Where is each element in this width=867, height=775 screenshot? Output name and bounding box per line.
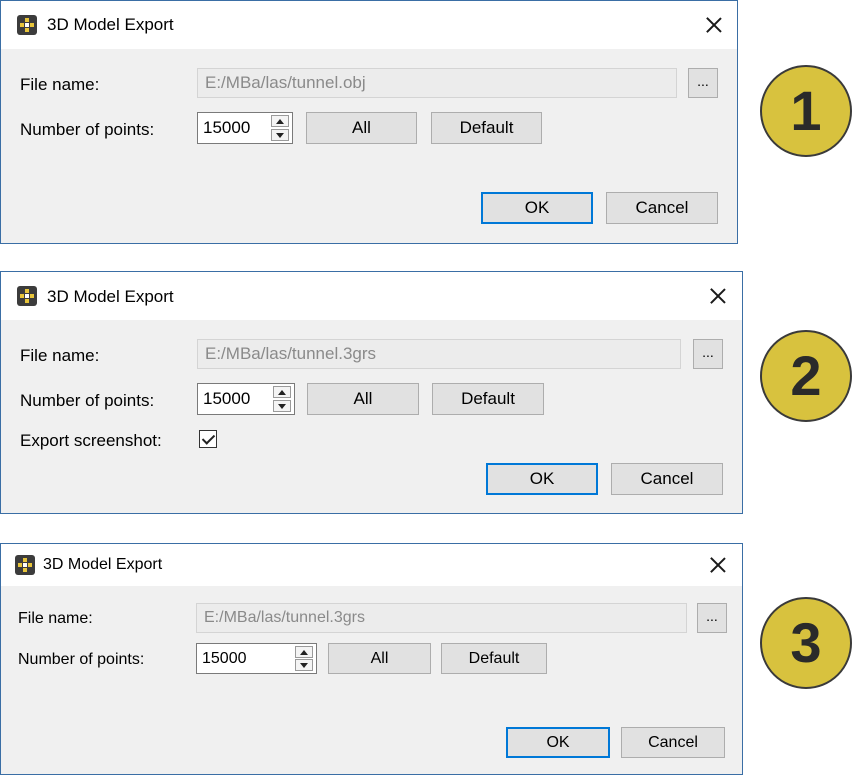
cancel-button[interactable]: Cancel bbox=[611, 463, 723, 495]
default-button[interactable]: Default bbox=[441, 643, 547, 674]
spin-down-icon[interactable] bbox=[271, 129, 289, 141]
points-label: Number of points: bbox=[20, 120, 155, 139]
app-icon bbox=[15, 555, 35, 575]
title-bar: 3D Model Export bbox=[1, 544, 742, 586]
browse-button[interactable]: ... bbox=[688, 68, 718, 98]
spin-down-icon[interactable] bbox=[295, 659, 313, 671]
file-name-label: File name: bbox=[18, 610, 93, 627]
points-value: 15000 bbox=[202, 650, 247, 667]
points-value: 15000 bbox=[203, 389, 251, 408]
export-dialog-3: 3D Model Export File name: E:/MBa/las/tu… bbox=[0, 543, 743, 775]
spin-up-icon[interactable] bbox=[295, 646, 313, 658]
file-name-field[interactable]: E:/MBa/las/tunnel.3grs bbox=[197, 339, 681, 369]
ok-button[interactable]: OK bbox=[481, 192, 593, 224]
points-spinbox[interactable]: 15000 bbox=[197, 383, 295, 415]
spin-down-icon[interactable] bbox=[273, 400, 291, 412]
points-spinbox[interactable]: 15000 bbox=[197, 112, 293, 144]
all-button[interactable]: All bbox=[306, 112, 417, 144]
file-name-field[interactable]: E:/MBa/las/tunnel.3grs bbox=[196, 603, 687, 633]
default-button[interactable]: Default bbox=[432, 383, 544, 415]
export-dialog-1: 3D Model Export File name: E:/MBa/las/tu… bbox=[0, 0, 738, 244]
step-badge-3: 3 bbox=[760, 597, 852, 689]
all-button[interactable]: All bbox=[307, 383, 419, 415]
app-icon bbox=[17, 15, 37, 35]
export-screenshot-label: Export screenshot: bbox=[20, 431, 162, 450]
close-icon[interactable] bbox=[705, 283, 731, 309]
file-name-field[interactable]: E:/MBa/las/tunnel.obj bbox=[197, 68, 677, 98]
spin-up-icon[interactable] bbox=[273, 386, 291, 398]
app-icon bbox=[17, 286, 37, 306]
points-label: Number of points: bbox=[20, 391, 155, 410]
spin-up-icon[interactable] bbox=[271, 115, 289, 127]
export-screenshot-checkbox[interactable] bbox=[199, 430, 217, 448]
spin-arrows bbox=[271, 115, 289, 141]
title-bar: 3D Model Export bbox=[1, 1, 737, 49]
file-name-label: File name: bbox=[20, 75, 100, 94]
title-bar: 3D Model Export bbox=[1, 272, 742, 320]
points-label: Number of points: bbox=[18, 651, 145, 668]
default-button[interactable]: Default bbox=[431, 112, 542, 144]
cancel-button[interactable]: Cancel bbox=[606, 192, 718, 224]
close-icon[interactable] bbox=[705, 552, 731, 578]
dialog-title: 3D Model Export bbox=[43, 556, 163, 573]
ok-button[interactable]: OK bbox=[486, 463, 598, 495]
close-icon[interactable] bbox=[701, 12, 727, 38]
file-name-label: File name: bbox=[20, 346, 100, 365]
export-dialog-2: 3D Model Export File name: E:/MBa/las/tu… bbox=[0, 271, 743, 514]
browse-button[interactable]: ... bbox=[697, 603, 727, 633]
ok-button[interactable]: OK bbox=[506, 727, 610, 758]
spin-arrows bbox=[295, 646, 313, 671]
spin-arrows bbox=[273, 386, 291, 412]
step-badge-2: 2 bbox=[760, 330, 852, 422]
points-value: 15000 bbox=[203, 118, 251, 137]
browse-button[interactable]: ... bbox=[693, 339, 723, 369]
step-badge-1: 1 bbox=[760, 65, 852, 157]
dialog-title: 3D Model Export bbox=[47, 287, 174, 306]
cancel-button[interactable]: Cancel bbox=[621, 727, 725, 758]
dialog-title: 3D Model Export bbox=[47, 15, 174, 34]
points-spinbox[interactable]: 15000 bbox=[196, 643, 317, 674]
all-button[interactable]: All bbox=[328, 643, 431, 674]
